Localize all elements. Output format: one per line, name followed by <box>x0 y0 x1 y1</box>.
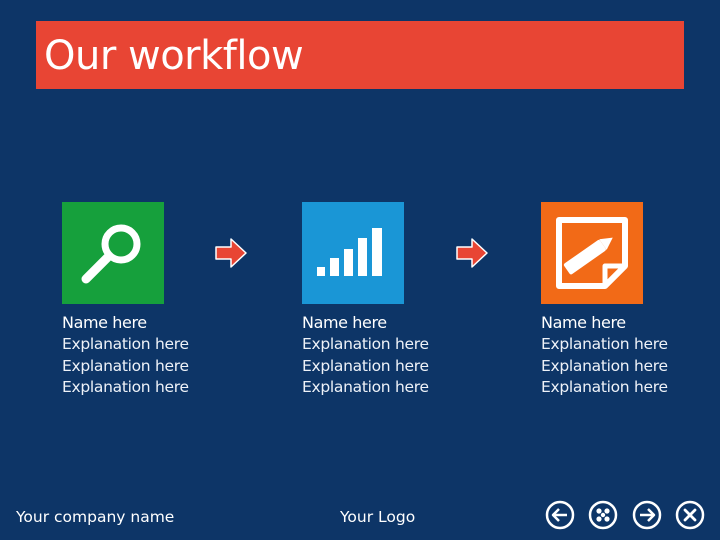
note-pencil-icon <box>556 217 628 289</box>
step-2-line-2: Explanation here <box>302 356 429 375</box>
forward-arrow-icon <box>632 500 662 530</box>
step-3-tile <box>541 202 643 304</box>
step-3-name: Name here <box>541 313 626 332</box>
step-3-line-2: Explanation here <box>541 356 668 375</box>
back-button[interactable] <box>545 500 575 530</box>
company-name: Your company name <box>16 508 175 526</box>
step-1-tile <box>62 202 164 304</box>
title-bar: Our workflow <box>36 21 684 89</box>
step-3-line-1: Explanation here <box>541 335 668 353</box>
step-1-text: Name here Explanation here Explanation h… <box>62 312 232 399</box>
forward-button[interactable] <box>632 500 662 530</box>
menu-button[interactable] <box>588 500 618 530</box>
flow-arrow-icon <box>214 236 248 270</box>
flow-arrow-icon <box>455 236 489 270</box>
step-2-line-3: Explanation here <box>302 378 429 396</box>
step-2-text: Name here Explanation here Explanation h… <box>302 312 472 399</box>
step-1-line-3: Explanation here <box>62 378 189 396</box>
slide-title: Our workflow <box>44 33 304 79</box>
close-button[interactable] <box>675 500 705 530</box>
signal-bars-icon <box>317 228 382 276</box>
back-arrow-icon <box>545 500 575 530</box>
close-icon <box>675 500 705 530</box>
grid-menu-icon <box>588 500 618 530</box>
step-2-line-1: Explanation here <box>302 335 429 353</box>
step-1-line-1: Explanation here <box>62 335 189 353</box>
step-3-text: Name here Explanation here Explanation h… <box>541 312 711 399</box>
step-2-tile <box>302 202 404 304</box>
magnifier-icon <box>81 224 141 284</box>
step-3-line-3: Explanation here <box>541 378 668 396</box>
step-1-name: Name here <box>62 313 147 332</box>
step-2-name: Name here <box>302 313 387 332</box>
step-1-line-2: Explanation here <box>62 356 189 375</box>
logo-text: Your Logo <box>340 508 416 526</box>
